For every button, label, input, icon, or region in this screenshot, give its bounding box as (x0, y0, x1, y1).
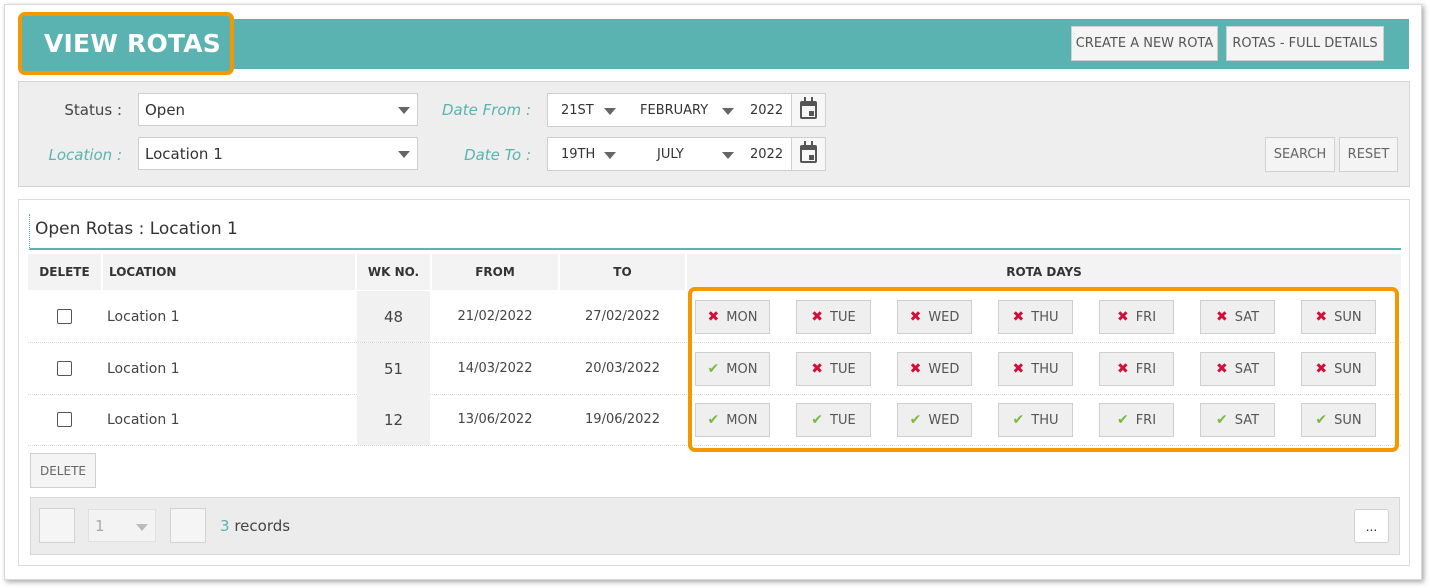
date-from-day[interactable]: 21ST (561, 103, 594, 118)
date-from-label: Date From : (441, 101, 531, 119)
from-date-cell: 21/02/2022 (457, 309, 533, 324)
chevron-down-icon (604, 108, 616, 115)
chevron-down-icon (136, 524, 148, 531)
status-select[interactable]: Open (138, 93, 418, 126)
status-select-value: Open (145, 100, 186, 119)
record-count-label: records (234, 517, 291, 535)
calendar-icon (800, 97, 817, 119)
delete-cell (28, 394, 101, 445)
column-header-to: TO (560, 254, 685, 290)
date-to-year[interactable]: 2022 (750, 147, 783, 162)
rota-days-highlight (688, 287, 1399, 452)
delete-checkbox[interactable] (57, 412, 72, 427)
chevron-down-icon (722, 108, 734, 115)
reset-button[interactable]: RESET (1339, 137, 1398, 172)
page-select[interactable]: 1 (88, 509, 156, 542)
more-options-button[interactable]: ... (1354, 509, 1389, 543)
column-header-location: LOCATION (103, 254, 355, 290)
location-cell: Location 1 (107, 360, 180, 377)
delete-cell (28, 291, 101, 342)
pagination-bar: 1 3 records ... (30, 497, 1400, 555)
status-label: Status : (64, 101, 122, 119)
first-page-button[interactable] (39, 508, 75, 543)
column-header-wk: WK NO. (357, 254, 430, 290)
page-select-value: 1 (95, 516, 105, 535)
date-to-calendar-button[interactable] (791, 138, 825, 170)
location-select-value: Location 1 (145, 144, 223, 163)
date-from-picker[interactable]: 21ST FEBRUARY 2022 (547, 93, 826, 127)
calendar-icon (800, 141, 817, 163)
rotas-full-details-button[interactable]: ROTAS - FULL DETAILS (1226, 26, 1384, 61)
column-header-rota-days: ROTA DAYS (687, 254, 1401, 290)
record-count-number: 3 (220, 517, 230, 535)
column-header-from: FROM (432, 254, 558, 290)
page-title: VIEW ROTAS (44, 29, 221, 58)
chevron-down-icon (722, 152, 734, 159)
to-date-cell: 19/06/2022 (585, 412, 660, 427)
chevron-down-icon (604, 152, 616, 159)
create-rota-button[interactable]: CREATE A NEW ROTA (1071, 26, 1218, 61)
location-cell: Location 1 (107, 411, 180, 428)
column-header-delete: DELETE (28, 254, 101, 290)
from-date-cell: 14/03/2022 (457, 361, 533, 376)
location-label: Location : (48, 146, 122, 164)
search-button[interactable]: SEARCH (1265, 137, 1335, 172)
to-date-cell: 27/02/2022 (585, 309, 660, 324)
date-from-month[interactable]: FEBRUARY (640, 103, 708, 118)
location-select[interactable]: Location 1 (138, 137, 418, 170)
date-to-month[interactable]: JULY (657, 147, 684, 162)
date-from-year[interactable]: 2022 (750, 103, 783, 118)
location-cell: Location 1 (107, 308, 180, 325)
next-page-button[interactable] (170, 508, 206, 543)
date-from-calendar-button[interactable] (791, 94, 825, 126)
delete-button[interactable]: DELETE (30, 453, 96, 488)
delete-checkbox[interactable] (57, 361, 72, 376)
from-date-cell: 13/06/2022 (457, 412, 533, 427)
date-to-day[interactable]: 19TH (561, 147, 595, 162)
week-number-cell: 48 (357, 291, 430, 342)
week-number-cell: 12 (357, 394, 430, 445)
delete-cell (28, 343, 101, 394)
record-count: 3 records (220, 517, 290, 535)
page-title-highlight: VIEW ROTAS (18, 12, 234, 75)
chevron-down-icon (398, 151, 410, 158)
date-to-label: Date To : (464, 146, 531, 164)
to-date-cell: 20/03/2022 (585, 361, 660, 376)
date-to-picker[interactable]: 19TH JULY 2022 (547, 137, 826, 171)
chevron-down-icon (398, 107, 410, 114)
week-number-cell: 51 (357, 343, 430, 394)
delete-checkbox[interactable] (57, 309, 72, 324)
results-title: Open Rotas : Location 1 (29, 214, 1401, 250)
